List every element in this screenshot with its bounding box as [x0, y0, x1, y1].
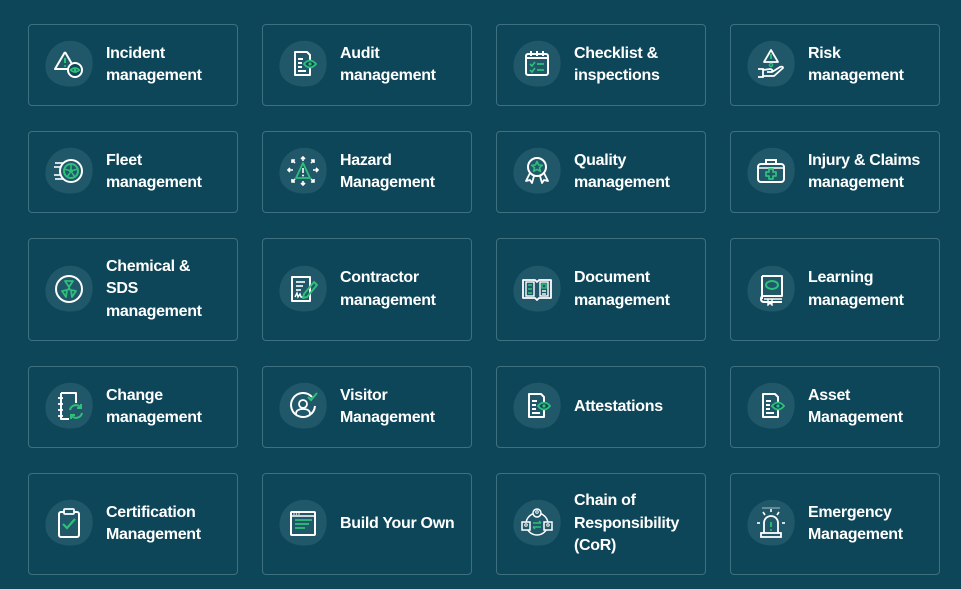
module-card-checklist[interactable]: Checklist & inspections	[496, 24, 706, 106]
module-icon-wrap	[40, 495, 98, 551]
open-book-icon	[522, 278, 552, 301]
book-bookmark-icon	[760, 274, 783, 306]
module-icon-wrap	[508, 378, 566, 434]
clipboard-check-icon	[58, 508, 80, 538]
hand-warning-icon	[758, 49, 784, 78]
module-label: Chain of Responsibility (CoR)	[574, 492, 680, 555]
module-card-risk[interactable]: Risk management	[730, 24, 940, 106]
module-card-certification[interactable]: Certification Management	[28, 473, 238, 575]
module-label: Visitor Management	[340, 386, 435, 427]
module-card-contractor[interactable]: Contractor management	[262, 238, 472, 341]
notebook-refresh-icon	[58, 392, 83, 420]
module-card-build[interactable]: Build Your Own	[262, 473, 472, 575]
module-card-document[interactable]: Document management	[496, 238, 706, 341]
module-label: Build Your Own	[340, 514, 455, 532]
first-aid-kit-icon	[757, 159, 785, 183]
module-label: Document management	[574, 269, 670, 309]
module-icon-wrap	[742, 143, 800, 199]
module-icon-wrap	[274, 36, 332, 92]
module-card-incident[interactable]: Incident management	[28, 24, 238, 106]
module-label: Incident management	[106, 44, 202, 85]
siren-icon	[757, 507, 785, 538]
document-eye-icon	[294, 51, 318, 76]
module-icon-wrap	[40, 261, 98, 316]
module-label: Chemical & SDS management	[106, 257, 202, 320]
module-card-chemical[interactable]: Chemical & SDS management	[28, 238, 238, 341]
module-icon-wrap	[508, 143, 566, 199]
module-icon-wrap	[508, 261, 566, 316]
module-icon-wrap	[742, 378, 800, 434]
module-label: Fleet management	[106, 151, 202, 192]
module-icon-wrap	[508, 36, 566, 92]
hazard-burst-icon	[286, 155, 320, 187]
module-label: Injury & Claims management	[808, 151, 920, 192]
radiation-icon	[55, 274, 83, 303]
module-card-hazard[interactable]: Hazard Management	[262, 131, 472, 213]
module-label: Contractor management	[340, 269, 436, 309]
module-card-fleet[interactable]: Fleet management	[28, 131, 238, 213]
module-card-visitor[interactable]: Visitor Management	[262, 366, 472, 448]
module-card-audit[interactable]: Audit management	[262, 24, 472, 106]
module-card-emergency[interactable]: Emergency Management	[730, 473, 940, 575]
module-card-attestations[interactable]: Attestations	[496, 366, 706, 448]
award-ribbon-icon	[525, 157, 549, 184]
module-label: Quality management	[574, 151, 670, 192]
module-icon-wrap	[742, 36, 800, 92]
module-label: Risk management	[808, 44, 904, 85]
module-icon-wrap	[40, 143, 98, 199]
module-label: Hazard Management	[340, 151, 435, 192]
module-label: Asset Management	[808, 386, 903, 427]
module-grid: Incident management Audit management Che…	[28, 24, 940, 575]
module-card-quality[interactable]: Quality management	[496, 131, 706, 213]
module-label: Change management	[106, 386, 202, 427]
document-eye-icon	[528, 393, 552, 418]
wheel-icon	[54, 159, 83, 183]
module-icon-wrap	[742, 495, 800, 551]
module-label: Attestations	[574, 397, 663, 415]
module-icon-wrap	[274, 495, 332, 551]
module-label: Emergency Management	[808, 503, 903, 544]
module-icon-wrap	[40, 36, 98, 92]
warning-eye-icon	[54, 51, 83, 78]
module-icon-wrap	[742, 261, 800, 316]
module-card-cor[interactable]: Chain of Responsibility (CoR)	[496, 473, 706, 575]
module-icon-wrap	[274, 378, 332, 434]
module-icon-wrap	[40, 378, 98, 434]
people-network-icon	[521, 508, 553, 536]
user-check-icon	[290, 392, 318, 418]
module-icon-wrap	[508, 495, 566, 551]
module-card-learning[interactable]: Learning management	[730, 238, 940, 341]
module-label: Learning management	[808, 269, 904, 309]
module-icon-wrap	[274, 143, 332, 199]
module-card-asset[interactable]: Asset Management	[730, 366, 940, 448]
module-label: Audit management	[340, 44, 436, 85]
module-label: Certification Management	[106, 503, 201, 544]
document-eye-icon	[762, 393, 786, 418]
browser-window-icon	[290, 511, 316, 536]
module-card-injury[interactable]: Injury & Claims management	[730, 131, 940, 213]
module-card-change[interactable]: Change management	[28, 366, 238, 448]
contract-signature-icon	[291, 275, 318, 302]
module-icon-wrap	[274, 261, 332, 316]
module-label: Checklist & inspections	[574, 44, 660, 85]
calendar-checklist-icon	[525, 51, 549, 76]
